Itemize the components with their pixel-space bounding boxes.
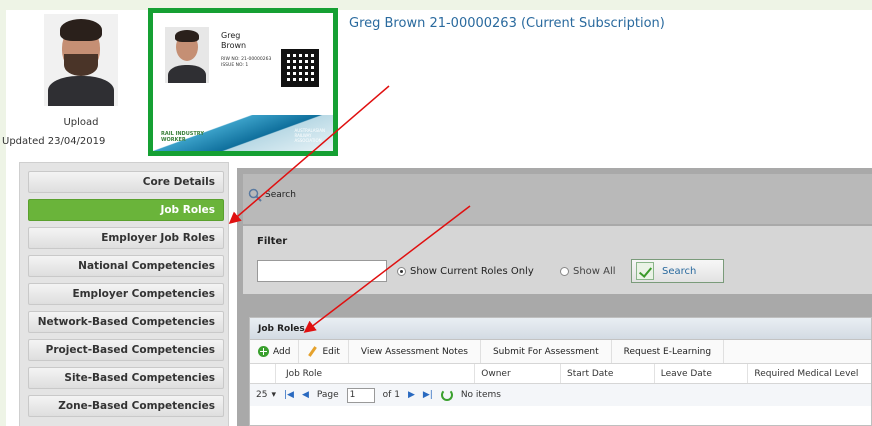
profile-photo[interactable]	[44, 14, 118, 106]
request-e-learning-button[interactable]: Request E-Learning	[612, 340, 725, 363]
grid-toolbar: Add Edit View Assessment Notes Submit Fo…	[250, 340, 871, 364]
grid-pager: 25 ▾ |◀ ◀ Page 1 of 1 ▶ ▶| No items	[250, 384, 871, 406]
select-column	[250, 364, 276, 383]
photo-hair	[60, 19, 102, 41]
col-job-role[interactable]: Job Role	[276, 364, 476, 383]
col-owner[interactable]: Owner	[475, 364, 562, 383]
first-page-icon[interactable]: |◀	[284, 390, 294, 400]
edit-button[interactable]: Edit	[299, 340, 349, 363]
card-name: Greg Brown	[221, 31, 247, 50]
sidebar-item-project-based-competencies[interactable]: Project-Based Competencies	[28, 339, 224, 361]
sidebar-item-national-competencies[interactable]: National Competencies	[28, 255, 224, 277]
card-rw-number: RIW NO: 21-00000263 ISSUE NO: 1	[221, 57, 272, 68]
radio-on-icon[interactable]	[397, 267, 406, 276]
column-headers: Job Role Owner Start Date Leave Date Req…	[250, 364, 871, 384]
page-input[interactable]: 1	[346, 387, 375, 403]
refresh-icon[interactable]	[440, 389, 453, 401]
search-toggle-label: Search	[265, 190, 296, 200]
search-button-label: Search	[662, 265, 697, 277]
qr-code-icon	[281, 49, 319, 87]
add-icon	[258, 346, 269, 357]
page-size-select[interactable]: 25 ▾	[256, 390, 276, 400]
add-label: Add	[273, 346, 291, 357]
updated-date: Updated 23/04/2019	[2, 136, 106, 147]
last-page-icon[interactable]: ▶|	[423, 390, 433, 400]
col-required-medical-level[interactable]: Required Medical Level	[748, 364, 871, 383]
view-assessment-notes-button[interactable]: View Assessment Notes	[349, 340, 481, 363]
radio-show-all[interactable]: Show All	[560, 266, 616, 277]
edit-label: Edit	[322, 346, 340, 357]
search-bar	[243, 174, 872, 224]
pencil-icon	[307, 346, 318, 357]
sidebar-item-job-roles[interactable]: Job Roles	[28, 199, 224, 221]
photo-beard	[64, 54, 98, 76]
page-label: Page	[316, 390, 339, 400]
sidebar-item-employer-job-roles[interactable]: Employer Job Roles	[28, 227, 224, 249]
filter-label: Filter	[257, 236, 288, 247]
sidebar-item-core-details[interactable]: Core Details	[28, 171, 224, 193]
rail-industry-worker-logo: RAIL INDUSTRY WORKER	[161, 131, 204, 143]
col-leave-date[interactable]: Leave Date	[655, 364, 749, 383]
id-card: Greg Brown RIW NO: 21-00000263 ISSUE NO:…	[148, 8, 338, 156]
radio-off-icon[interactable]	[560, 267, 569, 276]
page-title: Greg Brown 21-00000263 (Current Subscrip…	[349, 16, 665, 31]
card-photo	[165, 27, 209, 83]
grid-title: Job Roles	[250, 318, 871, 340]
sidebar-item-network-based-competencies[interactable]: Network-Based Competencies	[28, 311, 224, 333]
radio-current-roles[interactable]: Show Current Roles Only	[397, 266, 534, 277]
filter-input[interactable]	[257, 260, 387, 282]
sidebar-item-employer-competencies[interactable]: Employer Competencies	[28, 283, 224, 305]
page-of-label: of 1	[382, 390, 400, 400]
dropdown-icon: ▾	[271, 390, 276, 400]
check-icon	[636, 262, 654, 280]
submit-for-assessment-button[interactable]: Submit For Assessment	[481, 340, 612, 363]
sidebar-item-zone-based-competencies[interactable]: Zone-Based Competencies	[28, 395, 224, 417]
col-start-date[interactable]: Start Date	[561, 364, 655, 383]
search-icon	[248, 188, 262, 202]
job-roles-grid: Job Roles Add Edit View Assessment Notes…	[249, 317, 872, 426]
radio-current-roles-label: Show Current Roles Only	[410, 266, 534, 277]
pager-status: No items	[460, 390, 501, 400]
upload-link[interactable]: Upload	[44, 117, 118, 128]
search-toggle[interactable]: Search	[248, 188, 296, 202]
search-button[interactable]: Search	[631, 259, 724, 283]
add-button[interactable]: Add	[250, 340, 300, 363]
ara-logo: AUSTRALASIAN RAILWAY ASSOCIATION	[294, 128, 325, 143]
radio-show-all-label: Show All	[573, 266, 616, 277]
photo-shoulders	[48, 76, 114, 106]
next-page-icon[interactable]: ▶	[408, 390, 415, 400]
sidebar: Core Details Job Roles Employer Job Role…	[19, 162, 229, 426]
prev-page-icon[interactable]: ◀	[302, 390, 309, 400]
sidebar-item-site-based-competencies[interactable]: Site-Based Competencies	[28, 367, 224, 389]
